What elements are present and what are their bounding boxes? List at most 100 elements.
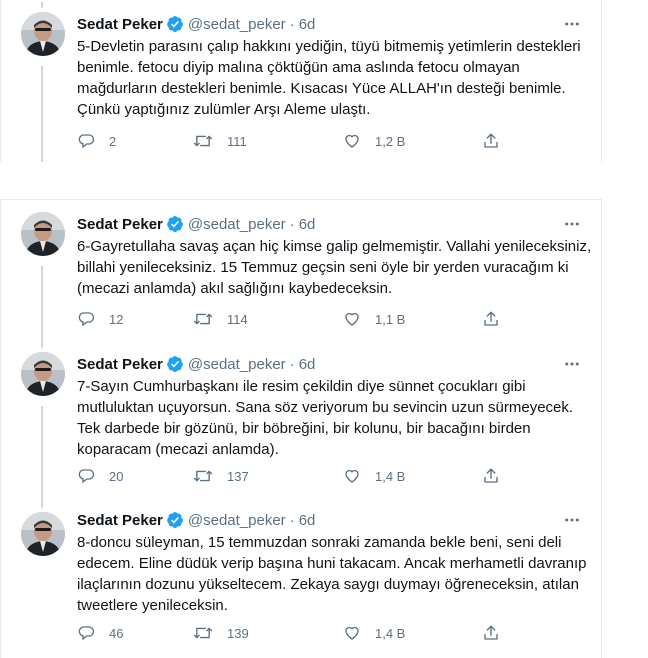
tweet-text: 6-Gayretullaha savaş açan hiç kimse gali… [77,238,592,297]
timestamp[interactable]: 6d [299,356,316,373]
author-handle[interactable]: @sedat_peker [188,16,286,33]
thread-line [41,340,43,348]
retweet-button[interactable]: 139 [193,623,249,643]
separator-dot: · [289,511,295,529]
like-count: 1,4 B [375,625,406,641]
separator-dot: · [289,355,295,373]
share-button[interactable] [482,623,500,643]
like-count: 1,2 B [375,133,406,149]
avatar-photo-icon [21,212,65,256]
verified-badge-icon [166,215,184,233]
heart-icon [345,626,359,640]
retweet-icon [193,313,213,325]
heart-icon [345,312,359,326]
more-icon[interactable] [563,15,581,33]
tweet-text: 8-doncu süleyman, 15 temmuzdan sonraki z… [77,534,587,614]
tweet-header: Sedat Peker @sedat_peker · 6d [77,510,315,530]
heart-icon [345,134,359,148]
tweet-header: Sedat Peker @sedat_peker · 6d [77,14,315,34]
avatar-photo-icon [21,352,65,396]
retweet-button[interactable]: 137 [193,466,249,486]
more-icon[interactable] [563,215,581,233]
tweet-border [601,340,602,500]
retweet-count: 139 [227,625,249,641]
like-button[interactable]: 1,2 B [343,131,405,151]
retweet-icon [193,470,213,482]
retweet-button[interactable]: 114 [193,309,248,329]
thread-line [41,406,43,500]
reply-count: 20 [109,468,124,484]
share-button[interactable] [482,309,500,329]
tweet-border [0,340,1,500]
avatar[interactable] [21,512,65,556]
tweet-border [601,0,602,162]
author-name[interactable]: Sedat Peker [77,16,163,33]
thread-line [41,66,43,162]
tweet-text: 7-Sayın Cumhurbaşkanı ile resim çekildin… [77,378,574,458]
reply-icon [78,134,95,149]
more-icon[interactable] [563,355,581,373]
author-name[interactable]: Sedat Peker [77,512,163,529]
share-button[interactable] [482,466,500,486]
verified-badge-icon [166,511,184,529]
like-count: 1,4 B [375,468,406,484]
tweet-actions: 46 139 1,4 B [77,623,577,643]
timestamp[interactable]: 6d [299,512,316,529]
avatar-photo-icon [21,12,65,56]
retweet-icon [193,627,213,639]
share-button[interactable] [482,131,500,151]
like-button[interactable]: 1,4 B [343,466,405,486]
thread-line [41,266,43,340]
verified-badge-icon [166,15,184,33]
verified-badge-icon [166,355,184,373]
tweet-actions: 20 137 1,4 B [77,466,577,486]
retweet-count: 137 [227,468,249,484]
avatar[interactable] [21,352,65,396]
like-button[interactable]: 1,1 B [343,309,405,329]
tweet[interactable]: Sedat Peker @sedat_peker · 6d 6-Gayretul… [0,200,602,340]
author-handle[interactable]: @sedat_peker [188,356,286,373]
thread-line [41,2,43,8]
tweet[interactable]: Sedat Peker @sedat_peker · 6d 7-Sayın Cu… [0,340,602,500]
reply-icon [78,312,95,327]
tweet-border [601,200,602,340]
reply-count: 12 [109,311,124,327]
reply-button[interactable]: 12 [77,309,123,329]
author-name[interactable]: Sedat Peker [77,356,163,373]
tweet-actions: 2 111 1,2 B [77,131,577,151]
more-icon[interactable] [563,511,581,529]
reply-button[interactable]: 20 [77,466,123,486]
share-icon [484,625,498,640]
timestamp[interactable]: 6d [299,216,316,233]
tweet-border [0,0,1,162]
tweet-header: Sedat Peker @sedat_peker · 6d [77,354,315,374]
heart-icon [345,469,359,483]
tweet-border [601,500,602,658]
tweet-actions: 12 114 1,1 B [77,309,577,329]
reply-icon [78,626,95,641]
tweet-border [0,200,1,340]
reply-button[interactable]: 2 [77,131,116,151]
avatar[interactable] [21,212,65,256]
share-icon [484,468,498,483]
tweet[interactable]: Sedat Peker @sedat_peker · 6d 8-doncu sü… [0,500,602,658]
retweet-button[interactable]: 111 [193,131,247,151]
share-icon [484,133,498,148]
share-icon [484,311,498,326]
separator-dot: · [289,215,295,233]
avatar-photo-icon [21,512,65,556]
retweet-count: 111 [227,133,247,149]
author-handle[interactable]: @sedat_peker [188,512,286,529]
author-handle[interactable]: @sedat_peker [188,216,286,233]
reply-icon [78,469,95,484]
author-name[interactable]: Sedat Peker [77,216,163,233]
separator-dot: · [289,15,295,33]
reply-button[interactable]: 46 [77,623,123,643]
tweet-border [0,500,1,658]
tweet[interactable]: Sedat Peker @sedat_peker · 6d 5-Devletin… [0,0,602,162]
timestamp[interactable]: 6d [299,16,316,33]
avatar[interactable] [21,12,65,56]
tweet-text: 5-Devletin parasını çalıp hakkını yediği… [77,38,581,118]
retweet-icon [193,135,213,147]
like-button[interactable]: 1,4 B [343,623,405,643]
